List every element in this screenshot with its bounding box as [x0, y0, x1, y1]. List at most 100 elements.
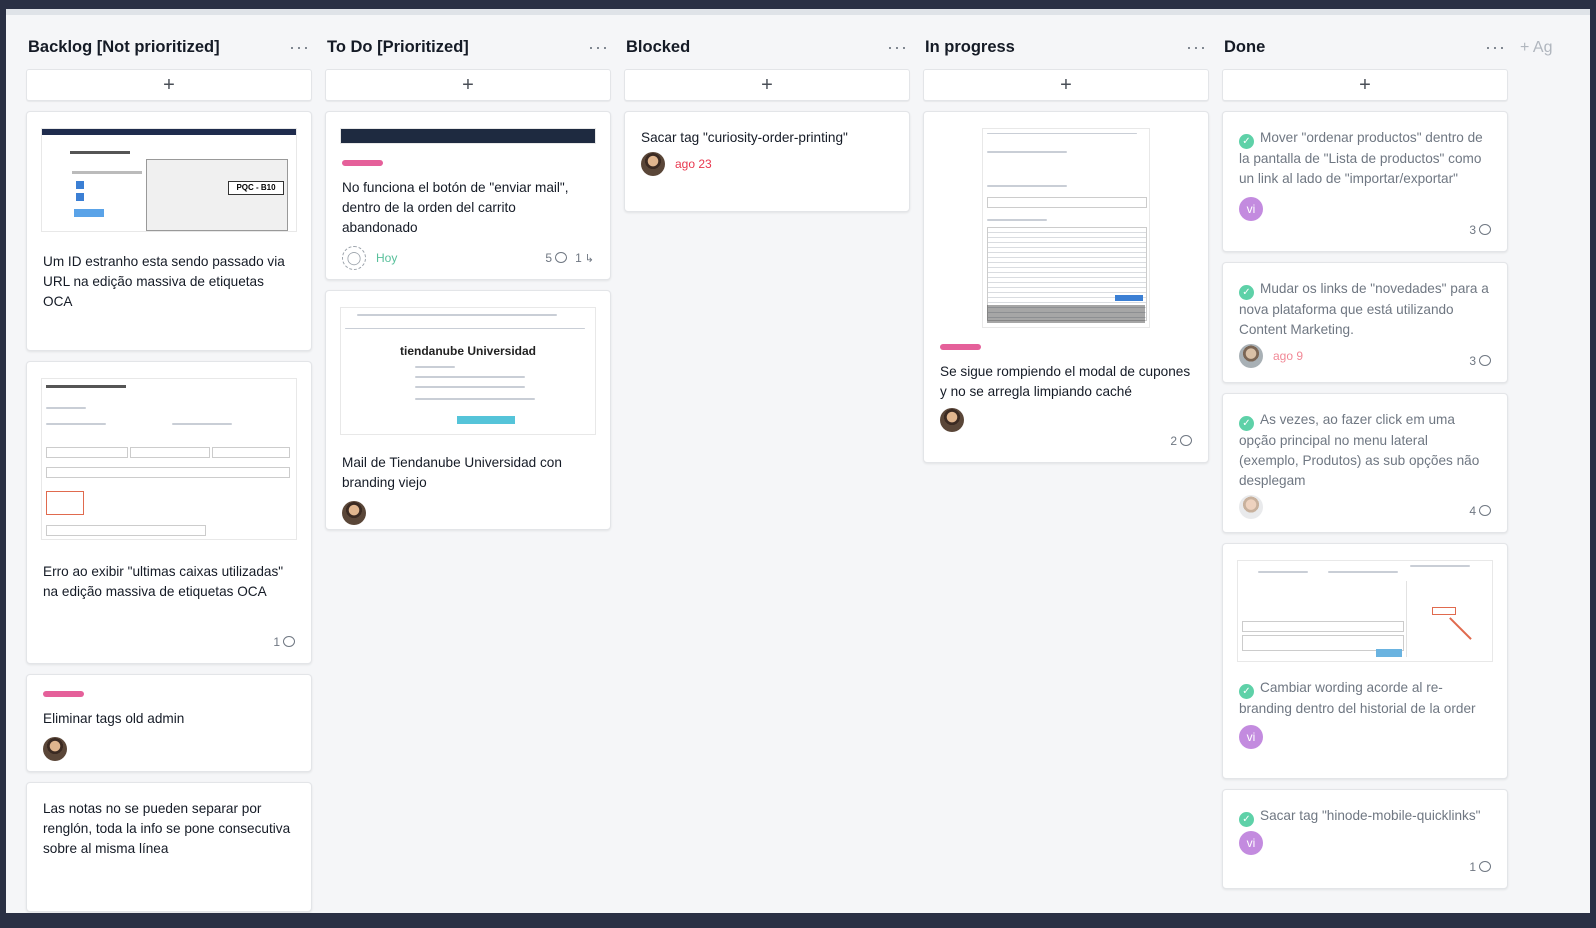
attachment-thumbnail	[340, 128, 596, 144]
check-icon[interactable]: ✓	[1239, 285, 1254, 300]
avatar[interactable]	[342, 501, 366, 525]
due-date[interactable]: ago 9	[1273, 349, 1303, 363]
due-date[interactable]: Hoy	[376, 251, 397, 265]
card-counts: 2	[1170, 434, 1192, 448]
column-title: Blocked	[626, 37, 691, 56]
column-title: Done	[1224, 37, 1266, 56]
more-icon[interactable]: ···	[1186, 37, 1207, 58]
comment-icon	[1180, 435, 1192, 446]
comment-icon	[1479, 505, 1491, 516]
attachment-thumbnail: tiendanube Universidad	[340, 307, 596, 435]
comment-count: 1	[273, 635, 295, 649]
check-icon[interactable]: ✓	[1239, 134, 1254, 149]
card-counts: 1	[273, 635, 295, 649]
comment-count: 4	[1469, 504, 1491, 518]
card-meta: vi	[1239, 725, 1491, 749]
card-meta	[1239, 495, 1491, 519]
task-card[interactable]: ✓ Mover "ordenar productos" dentro de la …	[1222, 111, 1508, 252]
board: Backlog [Not prioritized] ··· + PQC - B1…	[6, 9, 1590, 913]
avatar[interactable]	[1239, 495, 1263, 519]
due-date[interactable]: ago 23	[675, 157, 712, 171]
comment-icon	[555, 252, 568, 263]
comment-count: 3	[1469, 354, 1491, 368]
column-done: Done ··· + ✓ Mover "ordenar productos" de…	[1222, 31, 1508, 889]
card-title: Eliminar tags old admin	[43, 711, 185, 726]
avatar[interactable]	[43, 737, 67, 761]
comment-count: 5	[545, 251, 568, 265]
card-title: Um ID estranho esta sendo passado via UR…	[43, 254, 285, 309]
comment-icon	[283, 636, 295, 647]
subtask-icon: ↳	[584, 253, 594, 265]
add-task-button[interactable]: +	[1222, 69, 1508, 101]
avatar[interactable]: vi	[1239, 725, 1263, 749]
task-card[interactable]: tiendanube Universidad Mail de Tiendanub…	[325, 290, 611, 530]
card-title: Se sigue rompiendo el modal de cupones y…	[940, 364, 1191, 399]
task-card[interactable]: Eliminar tags old admin	[26, 674, 312, 772]
more-icon[interactable]: ···	[1485, 37, 1506, 58]
column-blocked: Blocked ··· + Sacar tag "curiosity-order…	[624, 31, 910, 212]
task-card[interactable]: PQC - B10 Um ID estranho esta sendo pass…	[26, 111, 312, 351]
add-task-button[interactable]: +	[325, 69, 611, 101]
column-header: Blocked ···	[624, 31, 910, 63]
comment-count: 1	[1469, 860, 1491, 874]
subtask-count: 1 ↳	[575, 251, 594, 265]
card-meta	[43, 737, 295, 761]
tag-pill	[940, 344, 981, 350]
column-backlog: Backlog [Not prioritized] ··· + PQC - B1…	[26, 31, 312, 912]
task-card[interactable]: ✓ Sacar tag "hinode-mobile-quicklinks" vi…	[1222, 789, 1508, 889]
more-icon[interactable]: ···	[289, 37, 310, 58]
comment-icon	[1479, 224, 1491, 235]
column-in-progress: In progress ··· + Se sigue rompiendo el …	[923, 31, 1209, 463]
card-title: Las notas no se pueden separar por rengl…	[43, 801, 291, 856]
more-icon[interactable]: ···	[588, 37, 609, 58]
card-meta	[342, 501, 594, 525]
avatar[interactable]: vi	[1239, 831, 1263, 855]
top-bar	[6, 9, 1590, 15]
task-card[interactable]: Se sigue rompiendo el modal de cupones y…	[923, 111, 1209, 463]
card-counts: 3	[1469, 223, 1491, 237]
avatar[interactable]	[1239, 344, 1263, 368]
thumbnail-text: tiendanube Universidad	[399, 344, 537, 358]
task-card[interactable]: Las notas no se pueden separar por rengl…	[26, 782, 312, 912]
add-task-button[interactable]: +	[624, 69, 910, 101]
add-task-button[interactable]: +	[923, 69, 1209, 101]
add-column-button[interactable]: + Ag	[1520, 39, 1552, 57]
column-header: To Do [Prioritized] ···	[325, 31, 611, 63]
avatar[interactable]: vi	[1239, 197, 1263, 221]
avatar[interactable]	[641, 152, 665, 176]
comment-count: 2	[1170, 434, 1192, 448]
task-card[interactable]: Erro ao exibir "ultimas caixas utilizada…	[26, 361, 312, 664]
column-title: Backlog [Not prioritized]	[28, 37, 220, 56]
attachment-thumbnail	[41, 378, 297, 540]
card-title: ✓ Mudar os links de "novedades" para a no…	[1239, 281, 1489, 337]
card-title: No funciona el botón de "enviar mail", d…	[342, 180, 569, 235]
card-title: Erro ao exibir "ultimas caixas utilizada…	[43, 564, 284, 599]
task-card[interactable]: ✓ Cambiar wording acorde al re-branding d…	[1222, 543, 1508, 779]
tag-pill	[43, 691, 84, 697]
task-card[interactable]: ✓ Mudar os links de "novedades" para a no…	[1222, 262, 1508, 383]
column-header: In progress ···	[923, 31, 1209, 63]
column-title: To Do [Prioritized]	[327, 37, 469, 56]
unassigned-avatar-icon[interactable]: ◯	[342, 246, 366, 270]
more-icon[interactable]: ···	[887, 37, 908, 58]
check-icon[interactable]: ✓	[1239, 812, 1254, 827]
add-task-button[interactable]: +	[26, 69, 312, 101]
attachment-thumbnail	[982, 128, 1150, 328]
check-icon[interactable]: ✓	[1239, 416, 1254, 431]
column-header: Done ···	[1222, 31, 1508, 63]
avatar[interactable]	[940, 408, 964, 432]
card-meta: ago 23	[641, 152, 893, 176]
comment-icon	[1479, 861, 1491, 872]
card-title: ✓ Sacar tag "hinode-mobile-quicklinks"	[1239, 806, 1491, 827]
column-title: In progress	[925, 37, 1015, 56]
task-card[interactable]: No funciona el botón de "enviar mail", d…	[325, 111, 611, 280]
card-meta: ago 9	[1239, 344, 1491, 368]
column-header: Backlog [Not prioritized] ···	[26, 31, 312, 63]
card-counts: 5 1 ↳	[545, 251, 594, 265]
check-icon[interactable]: ✓	[1239, 684, 1254, 699]
comment-count: 3	[1469, 223, 1491, 237]
card-counts: 4	[1469, 504, 1491, 518]
task-card[interactable]: ✓ As vezes, ao fazer click em uma opção p…	[1222, 393, 1508, 533]
card-meta: vi	[1239, 831, 1491, 855]
task-card[interactable]: Sacar tag "curiosity-order-printing" ago…	[624, 111, 910, 212]
